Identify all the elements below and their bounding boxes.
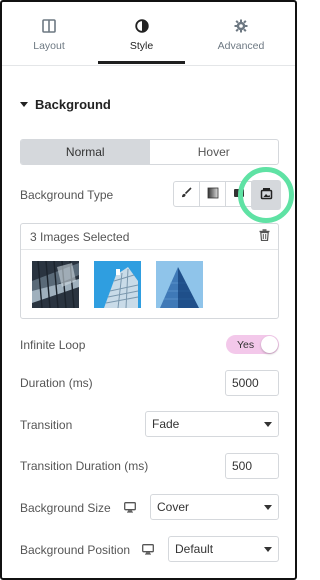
gradient-bg-option[interactable]: [200, 182, 226, 206]
switch-value: Yes: [237, 338, 255, 351]
normal-state-button[interactable]: Normal: [21, 140, 150, 164]
panel-frame: Layout Style Advanced Background Normal …: [0, 0, 297, 580]
gallery-thumbnail[interactable]: [32, 261, 79, 308]
background-type-label: Background Type: [20, 188, 114, 202]
video-icon: [233, 187, 245, 202]
select-value: Cover: [157, 500, 190, 514]
desktop-monitor-icon[interactable]: [142, 544, 154, 555]
gallery-thumbnail[interactable]: [94, 261, 141, 308]
background-size-select[interactable]: Cover: [150, 494, 279, 520]
tab-label: Advanced: [217, 40, 265, 52]
duration-label: Duration (ms): [20, 376, 93, 390]
tab-divider: [2, 65, 295, 66]
select-value: Fade: [152, 417, 180, 431]
infinite-loop-label: Infinite Loop: [20, 338, 86, 352]
layout-icon: [41, 18, 57, 34]
gallery-thumbnails: [21, 250, 278, 308]
tab-style[interactable]: Style: [96, 2, 187, 64]
gallery-status: 3 Images Selected: [30, 229, 130, 244]
transition-select[interactable]: Fade: [145, 411, 279, 437]
gear-icon: [233, 18, 249, 34]
transition-duration-input[interactable]: 500: [225, 453, 279, 479]
select-value: Default: [175, 542, 214, 556]
gradient-icon: [207, 187, 219, 202]
duration-input[interactable]: 5000: [225, 370, 279, 396]
gallery-thumbnail[interactable]: [156, 261, 203, 308]
gallery-control[interactable]: 3 Images Selected: [20, 223, 279, 319]
chevron-down-icon: [264, 546, 272, 552]
video-bg-option[interactable]: [226, 182, 252, 206]
chevron-down-icon: [264, 421, 272, 427]
tab-layout[interactable]: Layout: [2, 2, 96, 64]
hover-state-button[interactable]: Hover: [150, 140, 279, 164]
section-title: Background: [35, 97, 111, 112]
tab-advanced[interactable]: Advanced: [187, 2, 295, 64]
background-section-toggle[interactable]: Background: [20, 97, 111, 112]
transition-duration-label: Transition Duration (ms): [20, 459, 149, 473]
gallery-header: 3 Images Selected: [21, 224, 278, 250]
classic-bg-option[interactable]: [174, 182, 200, 206]
background-position-label: Background Position: [20, 543, 131, 557]
background-size-label: Background Size: [20, 501, 111, 515]
transition-label: Transition: [20, 418, 73, 432]
chevron-down-icon: [264, 504, 272, 510]
state-toggle: Normal Hover: [20, 139, 279, 165]
style-half-circle-icon: [134, 18, 150, 34]
caret-down-icon: [20, 102, 28, 107]
desktop-monitor-icon[interactable]: [124, 502, 136, 513]
slideshow-option-selected[interactable]: [251, 180, 281, 210]
tab-bar: Layout Style Advanced: [2, 2, 295, 64]
brush-icon: [181, 187, 192, 201]
infinite-loop-switch[interactable]: Yes: [226, 335, 279, 354]
slideshow-icon: [260, 187, 273, 203]
tab-label: Layout: [33, 40, 65, 52]
background-position-select[interactable]: Default: [168, 536, 279, 562]
switch-knob: [261, 336, 278, 353]
tab-label: Style: [129, 40, 154, 52]
trash-icon[interactable]: [259, 229, 270, 244]
